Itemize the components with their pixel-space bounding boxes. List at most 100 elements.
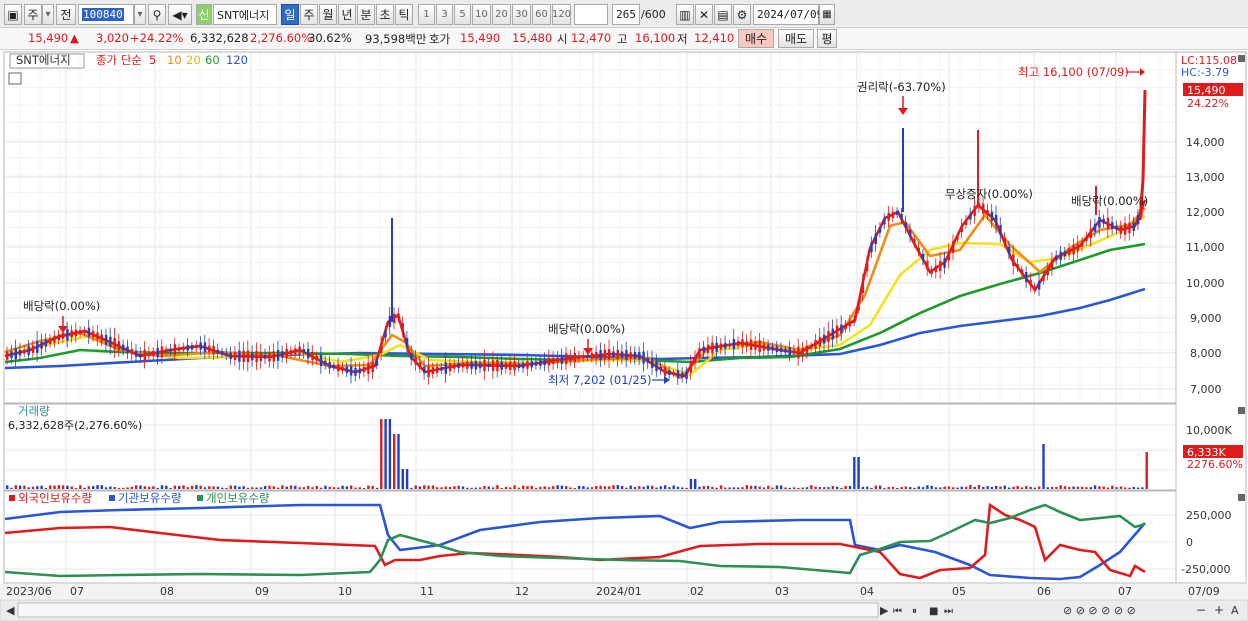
sell-button[interactable]: 매도 — [778, 29, 814, 48]
candle-body — [668, 370, 671, 375]
table-toggle-icon[interactable] — [8, 72, 22, 85]
x-tick-10: 10 — [338, 585, 352, 598]
volume-bar — [66, 485, 69, 489]
candle-body — [14, 348, 17, 360]
sound-icon[interactable]: ◀▾ — [168, 4, 192, 25]
volume-bar — [182, 485, 185, 489]
interval-20[interactable]: 20 — [492, 4, 511, 25]
holding-close-icon[interactable] — [1238, 494, 1245, 501]
volume-bar — [719, 485, 723, 489]
candle-body — [827, 331, 830, 343]
candle-body — [31, 345, 35, 353]
interval-30[interactable]: 30 — [512, 4, 531, 25]
candle-type-icon[interactable]: ▥ — [676, 4, 694, 25]
panel-close-icon[interactable] — [1238, 55, 1245, 62]
candle-body — [264, 355, 267, 359]
candle-body — [818, 337, 822, 347]
volume-bar — [87, 486, 91, 489]
volume-bar — [625, 487, 628, 489]
candle-body — [298, 346, 301, 355]
x-tick-04: 04 — [860, 585, 874, 598]
candle-body — [1038, 280, 1041, 290]
candle-body — [367, 362, 370, 375]
x-tick-12: 12 — [515, 585, 529, 598]
volume-bar — [440, 487, 443, 489]
interval-120[interactable]: 120 — [552, 4, 571, 25]
volume-bar — [474, 487, 478, 489]
period-minute[interactable]: 분 — [357, 4, 375, 25]
interval-60[interactable]: 60 — [532, 4, 551, 25]
volume-bar — [1141, 487, 1144, 489]
volume-bar — [307, 485, 310, 489]
scroll-left-icon: ◀ — [6, 604, 15, 617]
candle-body — [405, 337, 409, 346]
candle-body — [534, 361, 538, 366]
volume-bar — [453, 486, 456, 489]
candle-body — [221, 351, 224, 355]
crosshair-icon[interactable]: ✕ — [695, 4, 713, 25]
volume-bar — [49, 485, 52, 489]
volume-bar — [977, 485, 981, 489]
candle-body — [569, 354, 572, 362]
interval-5[interactable]: 5 — [454, 4, 471, 25]
period-year[interactable]: 년 — [338, 4, 356, 25]
volume-bar — [534, 487, 538, 489]
type-selector[interactable]: 주 — [24, 4, 42, 25]
volume-bar — [599, 485, 602, 489]
calendar-icon[interactable]: ▦ — [819, 4, 835, 25]
candle-body — [23, 349, 26, 354]
interval-3[interactable]: 3 — [436, 4, 453, 25]
x-tick-06: 06 — [1037, 585, 1051, 598]
volume-bar — [590, 487, 594, 489]
search-icon[interactable]: ⚲ — [148, 4, 166, 25]
volume-bar — [272, 486, 275, 489]
volume-bar — [835, 486, 839, 489]
type-dropdown-icon[interactable]: ▾ — [42, 4, 54, 25]
period-tick[interactable]: 틱 — [395, 4, 413, 25]
period-week[interactable]: 주 — [300, 4, 318, 25]
volume-bar — [276, 487, 280, 489]
candle-body — [1007, 246, 1011, 255]
candle-body — [973, 205, 976, 216]
volume-bar — [354, 487, 357, 489]
period-month[interactable]: 월 — [319, 4, 337, 25]
date-input[interactable]: 2024/07/09 — [753, 4, 823, 25]
volume-bar — [380, 419, 383, 489]
eval-button[interactable]: 평 — [817, 29, 837, 48]
interval-1[interactable]: 1 — [418, 4, 435, 25]
candle-body — [620, 351, 624, 358]
prev-button[interactable]: 전 — [56, 4, 76, 25]
window-menu-icon[interactable]: ▣ — [4, 4, 22, 25]
volume-bar — [40, 485, 43, 489]
volume-close-icon[interactable] — [1238, 407, 1245, 414]
buy-button[interactable]: 매수 — [738, 29, 774, 48]
count-input[interactable]: 265 — [612, 4, 640, 25]
candle-body — [835, 325, 839, 338]
code-dropdown-icon[interactable]: ▾ — [134, 4, 146, 25]
interval-10[interactable]: 10 — [472, 4, 491, 25]
candle-body — [663, 366, 667, 376]
candle-body — [676, 370, 680, 379]
candle-body — [784, 348, 787, 353]
y-tick-14000: 14,000 — [1186, 136, 1225, 149]
x-tick-09: 09 — [255, 585, 269, 598]
volume-bar — [964, 486, 968, 489]
volume-bar — [1089, 487, 1092, 489]
volume-bar — [844, 485, 847, 489]
candle-body — [1115, 225, 1118, 230]
save-icon[interactable]: ▤ — [714, 4, 732, 25]
period-day[interactable]: 일 — [281, 4, 299, 25]
volume-bar — [1098, 486, 1101, 489]
stock-code-input[interactable]: 100840 — [78, 4, 134, 25]
volume-bar — [186, 487, 189, 489]
chart-area[interactable]: SNT에너지 종가 단순 5 10 20 60 120 LC:115.08 HC… — [0, 50, 1248, 621]
gear-icon[interactable]: ⚙ — [733, 4, 751, 25]
volume-bar — [414, 485, 417, 489]
period-second[interactable]: 초 — [376, 4, 394, 25]
interval-custom-input[interactable] — [574, 4, 608, 25]
y-tick-9000: 9,000 — [1190, 312, 1222, 325]
candle-body — [767, 344, 770, 351]
volume-bar — [909, 487, 912, 489]
volume-bar — [1025, 486, 1028, 489]
volume-bar — [986, 486, 989, 489]
